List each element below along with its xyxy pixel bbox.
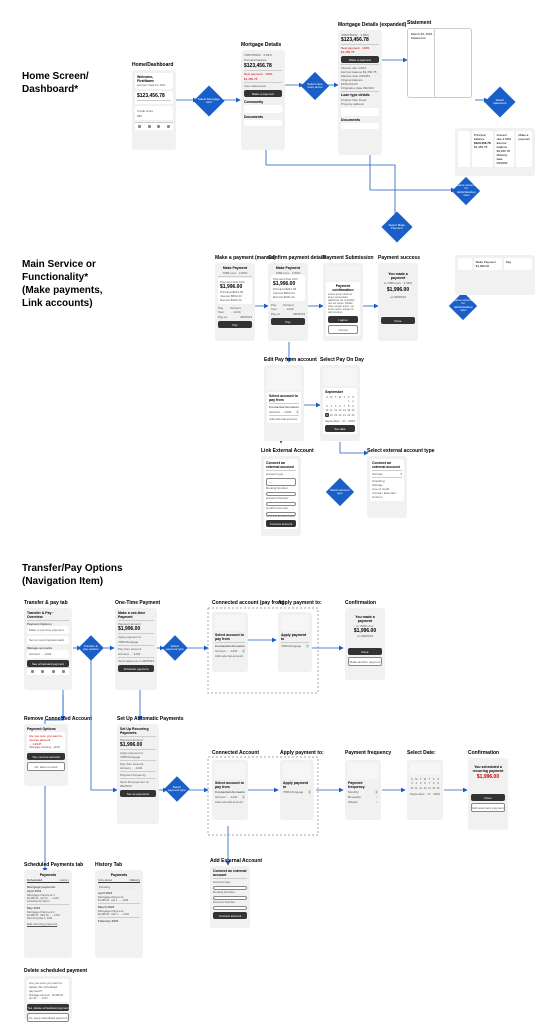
balance: $123,456.78	[137, 93, 171, 99]
diamond-statement: Select statement	[484, 86, 515, 117]
screen-one-time[interactable]: Make a one-time Payment Payment amount $…	[115, 608, 157, 690]
section-home-label: Home Screen/ Dashboard*	[22, 70, 89, 96]
screen-link-external[interactable]: Connect an external account Account type…	[261, 456, 301, 536]
diamond-auto-opt: Select payment type	[164, 776, 189, 801]
calendar-grid[interactable]: SMTWTFS 12 3456789 10111213141516 171819…	[325, 395, 355, 417]
diamond-view-more: Select view more arrow	[301, 72, 329, 100]
flow-canvas: Home Screen/ Dashboard* Main Service or …	[0, 0, 540, 1024]
add-account-link[interactable]: Add external account	[269, 417, 299, 421]
screen-apply-1[interactable]: Apply payment to 7086 Mortgage⦿	[278, 612, 312, 672]
screen-freq[interactable]: Payment frequency Monthly⦿ Bi-weekly○ We…	[345, 760, 381, 820]
screen-remove[interactable]: Payment Options Are you sure you want to…	[24, 724, 68, 786]
screen-statement-2[interactable]	[434, 28, 472, 98]
diamond-make-payment: Select Make Payment	[381, 211, 412, 242]
section-transfer-label: Transfer/Pay Options (Navigation Item)	[22, 562, 123, 588]
screen-connected-1[interactable]: Select account to pay from Connected Acc…	[212, 612, 248, 672]
screen-confirm-one[interactable]: You made a payment to 7086-xxxx $1,996.0…	[345, 608, 385, 680]
bottom-nav[interactable]	[135, 122, 173, 130]
diamond-view-mortgage: Select Mortgage card	[193, 85, 224, 116]
screen-make-payment[interactable]: Make Payment 7086-xxxx · 4.59% Payment D…	[215, 263, 255, 341]
screen-ext-type[interactable]: Connect an external account Savings▾ Che…	[367, 456, 407, 518]
screen-home[interactable]: Welcome, FirstName Last log in Sept 1st,…	[132, 70, 176, 150]
btn-pay[interactable]: Pay	[218, 321, 252, 328]
screen-auto[interactable]: Set Up Recurring Payments Payment amount…	[117, 724, 159, 824]
btn-make-payment[interactable]: Make a payment	[244, 90, 282, 97]
screen-mortgage[interactable]: 7089765432 · 4.59% Principal balance $12…	[241, 50, 285, 150]
screen-payment-success[interactable]: You made a payment to 7086-xxxx · 4.59% …	[378, 263, 418, 341]
diamond-pay-opt: Select payment type	[162, 635, 187, 660]
screen-add-ext[interactable]: Connect an external account Account type…	[210, 866, 250, 928]
screen-select-day[interactable]: September SMTWTFS 12 3456789 10111213141…	[320, 365, 360, 441]
lbl-statement: Statement	[407, 20, 431, 26]
diamond-transfer-opt: Transfer & pay options	[78, 635, 103, 660]
lbl-mortgage: Mortgage Details	[241, 42, 281, 48]
section-main-label: Main Service or Functionality* (Make pay…	[22, 258, 103, 310]
screen-select-date[interactable]: SMTWTFS 3456789 10111213141516 September…	[407, 760, 443, 820]
greeting: Welcome, FirstName	[137, 75, 171, 83]
screen-mortgage-exp[interactable]: 7089765432 · 4.59% $123,456.78 Next paym…	[338, 30, 382, 155]
screen-connected-2[interactable]: Select account to pay from Connected Acc…	[212, 760, 248, 820]
diamond-ext-type: Select account type	[326, 478, 354, 506]
diamond-tablet-pay: Same screens for tablet/desktop view	[449, 292, 477, 320]
lbl-home: Home/Dashboard	[132, 62, 173, 68]
screen-apply-2[interactable]: Apply payment to 7086 Mortgage⦿	[280, 760, 314, 820]
radio-icon[interactable]: ⦿	[296, 410, 299, 414]
screen-history[interactable]: Payments ScheduledHistory Pending April …	[95, 870, 143, 958]
screen-confirm-payment[interactable]: Make Payment 7086-xxxx · 4.59% Payment D…	[268, 263, 308, 341]
tablet-mortgage[interactable]: Principal balance $123,456.78 $1,456.78 …	[455, 128, 535, 176]
screen-payment-submission[interactable]: Payment confirmation Lorem ipsum dolor s…	[323, 263, 363, 341]
screen-delete[interactable]: Are you sure you want to delete this sch…	[24, 976, 72, 1020]
screen-scheduled[interactable]: Payments ScheduledHistory Mortgage payme…	[24, 870, 72, 958]
screen-transfer-tab[interactable]: Transfer & Pay · Overview Payment Option…	[24, 608, 72, 690]
lbl-mortgage-exp: Mortgage Details (expanded)	[338, 22, 406, 28]
tablet-payment[interactable]: Make Payment $1,996.00 Pay	[455, 255, 535, 295]
screen-edit-payfrom[interactable]: Select account to pay from Connected Acc…	[264, 365, 304, 441]
diamond-tablet: Same screens for tablet/desktop view	[452, 177, 480, 205]
screen-confirm-auto[interactable]: You scheduled a recurring payment $1,996…	[468, 758, 508, 830]
